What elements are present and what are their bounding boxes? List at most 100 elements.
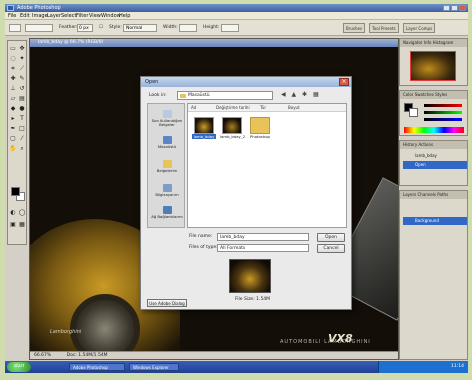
tab-brushes[interactable]: Brushes	[343, 23, 366, 33]
tab-tool-presets[interactable]: Tool Presets	[369, 23, 399, 33]
place-desktop[interactable]: Masaüstü	[148, 134, 186, 158]
height-label: Height:	[203, 25, 220, 30]
shape-tool-icon[interactable]: □	[18, 125, 26, 133]
file-name: lamb_bday	[192, 134, 216, 139]
path-selection-tool-icon[interactable]: ▸	[9, 115, 17, 123]
type-tool-icon[interactable]: T	[18, 115, 26, 123]
menu-view[interactable]: View	[89, 12, 101, 20]
color-tabs[interactable]: Color Swatches Styles	[400, 91, 467, 99]
gradient-tool-icon[interactable]: ▤	[18, 95, 26, 103]
column-name[interactable]: Ad	[191, 104, 196, 112]
height-input[interactable]	[221, 24, 239, 32]
foreground-color-swatch[interactable]	[11, 187, 20, 196]
quick-mask-icon[interactable]: ◐	[9, 209, 17, 217]
navigator-tabs[interactable]: Navigator Info Histogram	[400, 39, 467, 47]
dialog-close-button[interactable]: ×	[339, 78, 349, 86]
menu-help[interactable]: Help	[119, 12, 130, 20]
eyedropper-tool-icon[interactable]: ⁄	[18, 135, 26, 143]
dodge-tool-icon[interactable]: ●	[18, 105, 26, 113]
column-size[interactable]: Boyut	[288, 104, 300, 112]
history-item[interactable]: Open	[403, 161, 467, 169]
history-brush-tool-icon[interactable]: ↺	[18, 85, 26, 93]
look-in-label: Look in:	[149, 93, 167, 98]
slice-tool-icon[interactable]: ⟋	[18, 65, 26, 73]
menu-file[interactable]: File	[8, 12, 16, 20]
file-list: Ad Değiştirme tarihi Tür Boyut lamb_bday…	[187, 103, 347, 228]
file-thumbnail	[194, 117, 214, 134]
place-documents[interactable]: Belgelerim	[148, 158, 186, 182]
clone-stamp-tool-icon[interactable]: ⊥	[9, 85, 17, 93]
file-type-label: Files of type:	[189, 245, 218, 250]
feather-input[interactable]: 0 px	[77, 24, 93, 32]
selection-mode-buttons[interactable]	[25, 24, 53, 32]
dialog-nav-icons[interactable]: ◀ ▲ ✱ ▦	[281, 91, 321, 98]
blue-slider[interactable]	[424, 118, 462, 121]
hand-tool-icon[interactable]: ✋	[9, 145, 17, 153]
menu-filter[interactable]: Filter	[76, 12, 88, 20]
recent-documents-icon	[162, 110, 172, 118]
width-input[interactable]	[179, 24, 197, 32]
zoom-status[interactable]: 66.67%	[34, 353, 51, 358]
place-computer[interactable]: Bilgisayarım	[148, 182, 186, 206]
full-screen-mode-icon[interactable]: ▦	[18, 221, 26, 229]
file-type-select[interactable]: All Formats	[217, 244, 309, 252]
file-item[interactable]: lamb_bday	[192, 117, 216, 147]
marquee-tool-icon[interactable]: ▭	[9, 45, 17, 53]
marquee-preset-picker[interactable]	[9, 24, 21, 32]
green-slider[interactable]	[424, 111, 462, 114]
style-select[interactable]: Normal	[123, 24, 157, 32]
layers-palette: Layers Channels Paths Background	[399, 190, 468, 360]
my-documents-icon	[162, 160, 172, 168]
layer-row-background[interactable]: Background	[403, 217, 467, 225]
look-in-select[interactable]: Masaüstü	[177, 91, 273, 100]
history-item[interactable]: lamb_bday	[403, 152, 467, 160]
column-type[interactable]: Tür	[260, 104, 266, 112]
document-title: lamb_bday @ 66.7% (RGB/8)	[30, 39, 398, 47]
use-adobe-dialog-button[interactable]: Use Adobe Dialog	[147, 299, 187, 307]
place-label: Son Kullandığım Belgeler	[151, 118, 183, 127]
cancel-button[interactable]: Cancel	[317, 244, 345, 253]
model-name: VX8	[328, 332, 353, 345]
file-name-label: File name:	[189, 234, 213, 239]
menu-edit[interactable]: Edit	[20, 12, 30, 20]
screen-mode-icon[interactable]: ▣	[9, 221, 17, 229]
menu-layer[interactable]: Layer	[47, 12, 61, 20]
standard-mode-icon[interactable]: ◯	[18, 209, 26, 217]
start-button[interactable]: start	[7, 362, 31, 372]
notes-tool-icon[interactable]: ▢	[9, 135, 17, 143]
lasso-tool-icon[interactable]: ◌	[9, 55, 17, 63]
menu-image[interactable]: Image	[32, 12, 48, 20]
file-item[interactable]: lamb_bday_2	[220, 117, 245, 147]
healing-brush-tool-icon[interactable]: ✚	[9, 75, 17, 83]
layers-tabs[interactable]: Layers Channels Paths	[400, 191, 467, 199]
red-slider[interactable]	[424, 104, 462, 107]
menu-window[interactable]: Window	[101, 12, 121, 20]
blur-tool-icon[interactable]: ◆	[9, 105, 17, 113]
minimize-button[interactable]	[443, 5, 450, 11]
menu-select[interactable]: Select	[61, 12, 76, 20]
file-name-input[interactable]: lamb_bday	[217, 233, 309, 241]
magic-wand-tool-icon[interactable]: ✦	[18, 55, 26, 63]
task-photoshop[interactable]: Adobe Photoshop	[69, 363, 125, 371]
pen-tool-icon[interactable]: ✒	[9, 125, 17, 133]
toolbox: ▭ ✥ ◌ ✦ ⌗ ⟋ ✚ ✎ ⊥ ↺ ▱ ▤ ◆ ● ▸ T ✒ □ ▢ ⁄ …	[7, 40, 27, 245]
file-item[interactable]: Photoshop	[248, 117, 272, 147]
task-explorer[interactable]: Windows Explorer	[129, 363, 179, 371]
color-background-swatch[interactable]	[409, 108, 418, 117]
tab-layer-comps[interactable]: Layer Comps	[403, 23, 436, 33]
maximize-button[interactable]	[451, 5, 458, 11]
zoom-tool-icon[interactable]: ⌕	[18, 145, 26, 153]
column-date[interactable]: Değiştirme tarihi	[216, 104, 250, 112]
history-tabs[interactable]: History Actions	[400, 141, 467, 149]
brush-tool-icon[interactable]: ✎	[18, 75, 26, 83]
eraser-tool-icon[interactable]: ▱	[9, 95, 17, 103]
anti-alias-label: ☐	[99, 25, 104, 30]
place-recent[interactable]: Son Kullandığım Belgeler	[148, 108, 186, 132]
color-ramp[interactable]	[404, 127, 464, 133]
open-button[interactable]: Open	[317, 233, 345, 242]
close-button[interactable]	[459, 5, 466, 11]
place-network[interactable]: Ağ Bağlantılarım	[148, 204, 186, 228]
move-tool-icon[interactable]: ✥	[18, 45, 26, 53]
crop-tool-icon[interactable]: ⌗	[9, 65, 17, 73]
navigator-thumbnail[interactable]	[410, 51, 456, 81]
